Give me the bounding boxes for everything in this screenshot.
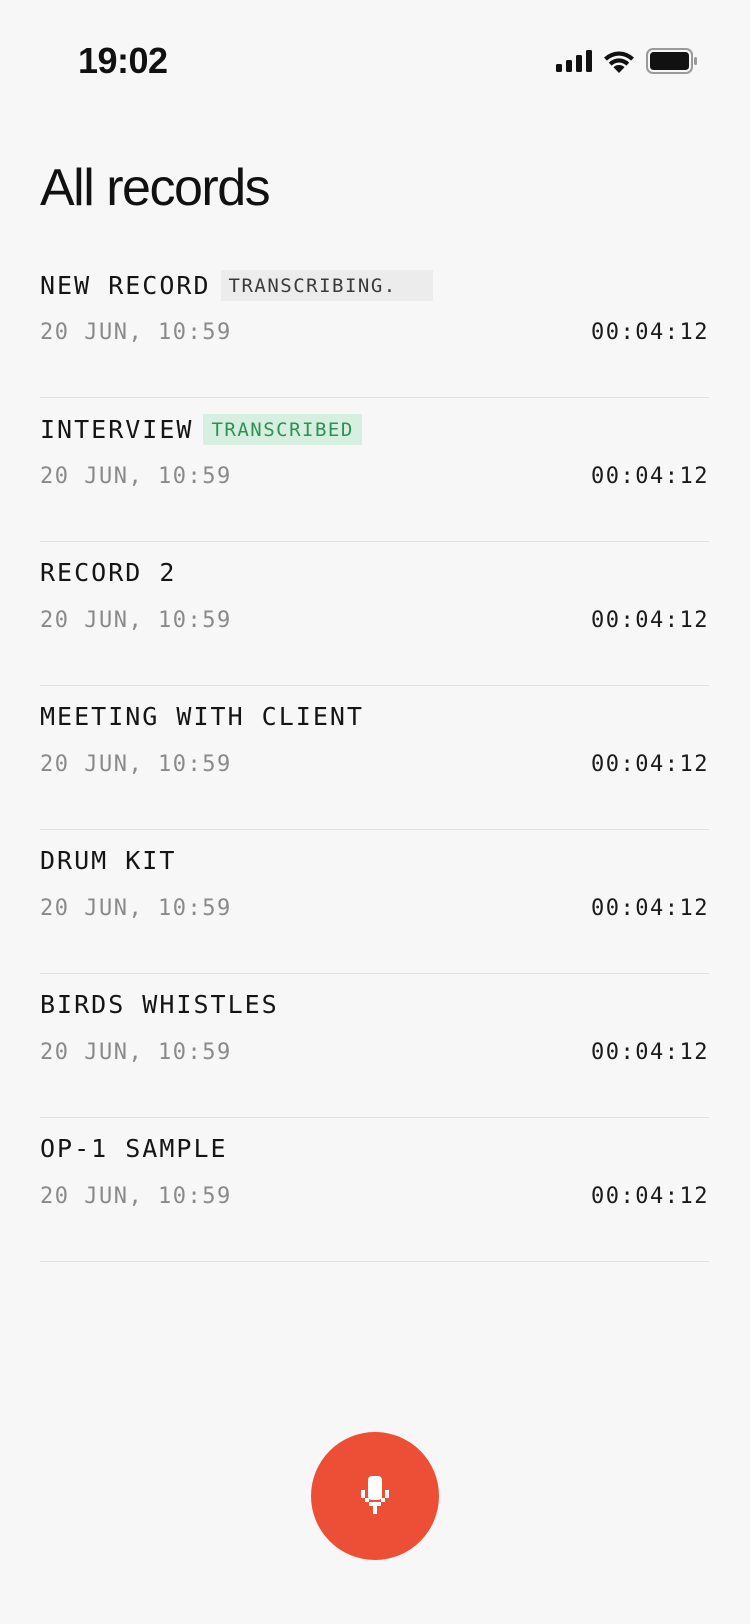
record-date: 20 JUN, 10:59 [40, 1040, 232, 1065]
record-title: INTERVIEW [40, 415, 194, 444]
cellular-signal-icon [556, 50, 592, 72]
record-list: NEW RECORD TRANSCRIBING. 20 JUN, 10:59 0… [40, 254, 709, 1262]
record-item[interactable]: RECORD 2 20 JUN, 10:59 00:04:12 [40, 542, 709, 686]
page-title: All records [40, 159, 271, 217]
record-title: NEW RECORD [40, 271, 211, 300]
record-duration: 00:04:12 [591, 1184, 709, 1209]
battery-icon [646, 48, 698, 74]
record-title: MEETING WITH CLIENT [40, 702, 364, 731]
microphone-icon [358, 1476, 392, 1516]
record-date: 20 JUN, 10:59 [40, 464, 232, 489]
record-item[interactable]: DRUM KIT 20 JUN, 10:59 00:04:12 [40, 830, 709, 974]
status-bar: 19:02 [0, 0, 750, 120]
record-title: DRUM KIT [40, 846, 177, 875]
record-item[interactable]: MEETING WITH CLIENT 20 JUN, 10:59 00:04:… [40, 686, 709, 830]
record-date: 20 JUN, 10:59 [40, 320, 232, 345]
record-title: BIRDS WHISTLES [40, 990, 279, 1019]
wifi-icon [602, 48, 636, 74]
record-duration: 00:04:12 [591, 896, 709, 921]
record-item[interactable]: OP-1 SAMPLE 20 JUN, 10:59 00:04:12 [40, 1118, 709, 1262]
record-title: RECORD 2 [40, 558, 177, 587]
record-duration: 00:04:12 [591, 608, 709, 633]
record-date: 20 JUN, 10:59 [40, 896, 232, 921]
record-date: 20 JUN, 10:59 [40, 1184, 232, 1209]
record-duration: 00:04:12 [591, 752, 709, 777]
record-date: 20 JUN, 10:59 [40, 752, 232, 777]
record-duration: 00:04:12 [591, 1040, 709, 1065]
record-item[interactable]: INTERVIEW TRANSCRIBED 20 JUN, 10:59 00:0… [40, 398, 709, 542]
status-icons [556, 48, 698, 74]
record-item[interactable]: NEW RECORD TRANSCRIBING. 20 JUN, 10:59 0… [40, 254, 709, 398]
record-duration: 00:04:12 [591, 320, 709, 345]
record-item[interactable]: BIRDS WHISTLES 20 JUN, 10:59 00:04:12 [40, 974, 709, 1118]
record-duration: 00:04:12 [591, 464, 709, 489]
status-badge-transcribed: TRANSCRIBED [203, 414, 362, 445]
status-badge-transcribing: TRANSCRIBING. [220, 270, 433, 301]
record-title: OP-1 SAMPLE [40, 1134, 228, 1163]
record-date: 20 JUN, 10:59 [40, 608, 232, 633]
status-time: 19:02 [78, 40, 168, 81]
record-button[interactable] [311, 1432, 439, 1560]
